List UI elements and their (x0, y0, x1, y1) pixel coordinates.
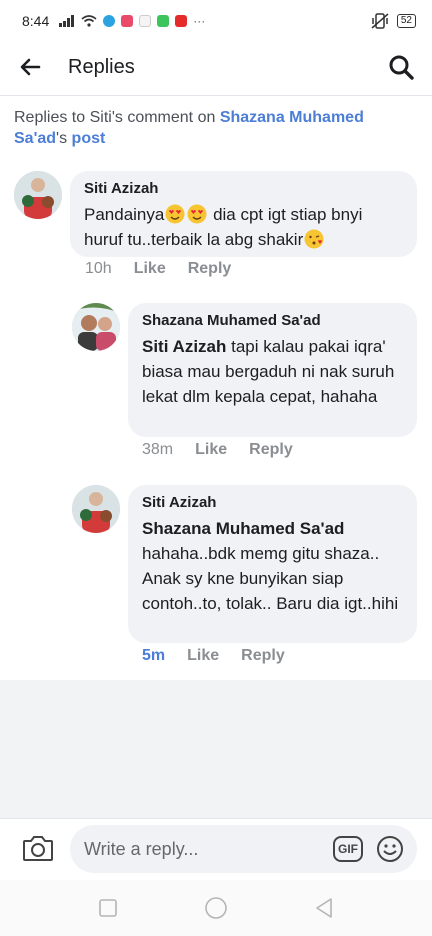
heart-eyes-emoji-icon (165, 204, 185, 224)
like-button[interactable]: Like (134, 260, 166, 278)
page-title: Replies (68, 55, 135, 78)
recent-apps-icon[interactable] (99, 899, 117, 917)
reply-bubble[interactable]: Siti Azizah Shazana Muhamed Sa'ad hahaha… (128, 485, 417, 643)
comment-text: Siti Azizah tapi kalau pakai iqra' biasa… (142, 334, 403, 409)
comment-actions: 38m Like Reply (142, 441, 315, 459)
emoji-picker-icon[interactable] (376, 835, 404, 863)
back-icon[interactable] (315, 898, 333, 918)
context-prefix: Replies to Siti's comment on (14, 109, 220, 126)
comment-text: Shazana Muhamed Sa'ad hahaha..bdk memg g… (142, 516, 403, 616)
vibrate-icon (371, 13, 389, 29)
battery-indicator: 52 (396, 14, 416, 28)
wifi-icon (81, 15, 97, 27)
back-arrow-icon[interactable] (18, 55, 42, 79)
kissing-face-emoji-icon (304, 229, 324, 249)
comment-actions: 10h Like Reply (85, 260, 253, 278)
comment-bubble[interactable]: Siti Azizah Pandainya dia cpt igt stiap … (70, 171, 417, 257)
comment-timestamp: 38m (142, 441, 174, 458)
youtube-icon (175, 15, 188, 27)
heart-eyes-emoji-icon (187, 204, 207, 224)
reply-composer: Write a reply... GIF (0, 818, 432, 880)
system-nav-bar (0, 880, 432, 936)
home-icon[interactable] (205, 897, 227, 919)
avatar[interactable] (14, 171, 62, 219)
search-icon[interactable] (388, 54, 414, 80)
post-link[interactable]: post (72, 130, 106, 147)
reply-placeholder: Write a reply... (84, 838, 199, 859)
like-button[interactable]: Like (195, 441, 227, 459)
header-divider (0, 95, 432, 96)
avatar[interactable] (72, 303, 120, 351)
reply-button[interactable]: Reply (188, 260, 232, 278)
comment-text-part: Pandainya (84, 205, 165, 224)
comment-text: Pandainya dia cpt igt stiap bnyi huruf t… (84, 202, 403, 252)
signal-icon (59, 15, 75, 27)
replies-context: Replies to Siti's comment on Shazana Muh… (14, 107, 414, 149)
status-time: 8:44 (22, 13, 50, 29)
comment-author[interactable]: Siti Azizah (142, 494, 403, 512)
telegram-icon (103, 15, 116, 27)
comment-text-part: hahaha..bdk memg gitu shaza.. Anak sy kn… (142, 544, 399, 613)
gif-button[interactable]: GIF (333, 836, 363, 862)
app-header: Replies (0, 42, 432, 92)
reply-input[interactable]: Write a reply... GIF (70, 825, 417, 873)
avatar[interactable] (72, 485, 120, 533)
reply-button[interactable]: Reply (241, 647, 285, 665)
chat-app-icon (157, 15, 170, 27)
comment-author[interactable]: Shazana Muhamed Sa'ad (142, 312, 403, 330)
comment-author[interactable]: Siti Azizah (84, 180, 403, 198)
camera-icon[interactable] (22, 833, 54, 863)
reply-bubble[interactable]: Shazana Muhamed Sa'ad Siti Azizah tapi k… (128, 303, 417, 437)
comment-actions: 5m Like Reply (142, 647, 307, 665)
more-notifications-icon: ··· (193, 14, 206, 28)
comment-timestamp: 10h (85, 260, 112, 277)
app-notification-icon (121, 15, 134, 27)
reply-button[interactable]: Reply (249, 441, 293, 459)
like-button[interactable]: Like (187, 647, 219, 665)
comment-timestamp: 5m (142, 647, 166, 664)
empty-area (0, 680, 432, 818)
context-possessive: 's (56, 130, 72, 147)
status-bar: 8:44 ··· 52 (0, 0, 432, 42)
mention-link[interactable]: Shazana Muhamed Sa'ad (142, 516, 403, 541)
app-notification-icon (139, 15, 152, 27)
mention-link[interactable]: Siti Azizah (142, 337, 226, 356)
